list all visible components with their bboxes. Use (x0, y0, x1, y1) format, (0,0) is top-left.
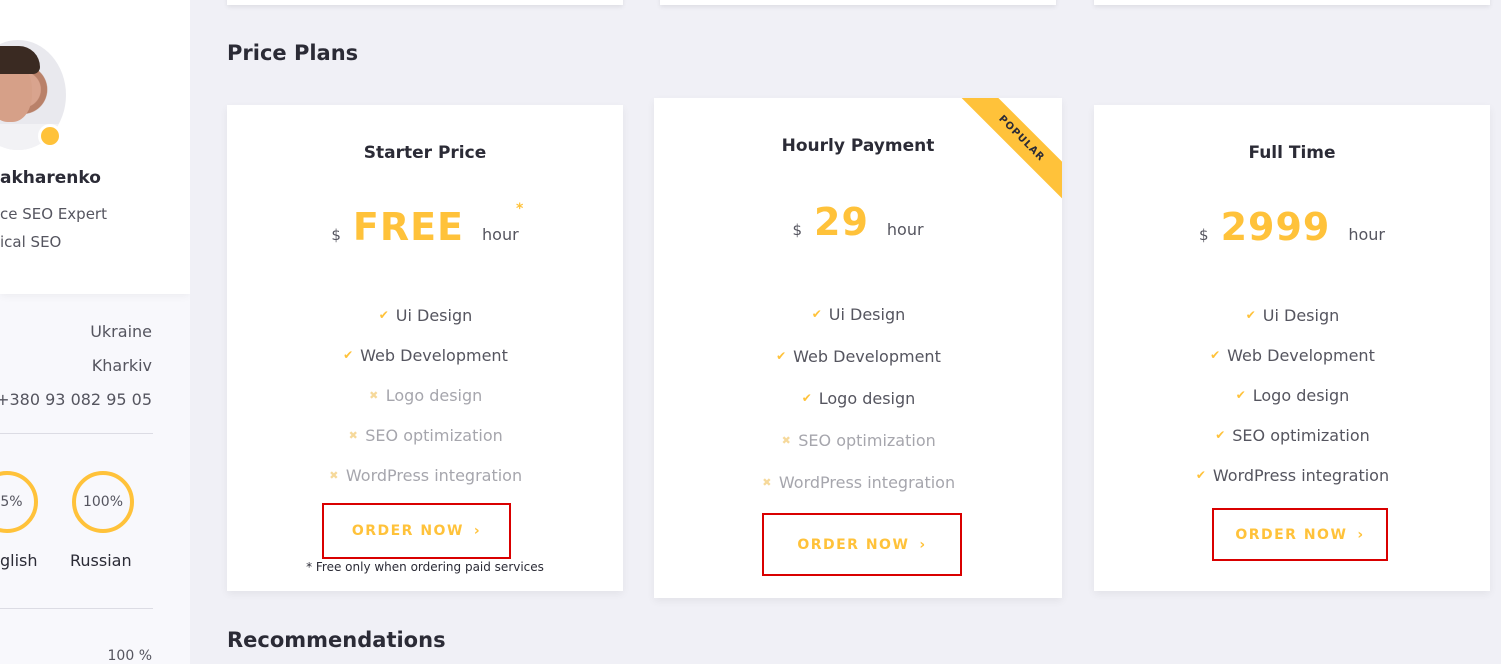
feature-item: ✔ Web Development (343, 345, 508, 365)
chevron-right-icon: › (919, 536, 927, 553)
check-icon: ✔ (1195, 468, 1206, 482)
info-country: Ukraine (90, 322, 152, 341)
order-now-button[interactable]: ORDER NOW › (322, 503, 511, 559)
section-title-recommendations: Recommendations (227, 628, 446, 652)
sidebar: akharenko ce SEO Expert ical SEO Ukraine… (0, 0, 190, 664)
profile-role: ical SEO (0, 233, 62, 251)
check-icon: ✔ (1210, 348, 1221, 362)
feature-item: ✔ Ui Design (1245, 305, 1340, 325)
previous-card (1094, 0, 1490, 5)
feature-item: ✔ Logo design (801, 388, 916, 408)
feature-list: ✔ Ui Design ✔ Web Development ✔ Logo design… (654, 293, 1062, 503)
plan-title: Full Time (1248, 143, 1336, 163)
order-now-button[interactable]: ORDER NOW › (762, 513, 962, 576)
feature-item: ✖ Logo design (369, 385, 483, 405)
price-unit: hour (1348, 225, 1385, 244)
cross-icon: ✖ (348, 428, 358, 442)
cross-icon: ✖ (329, 468, 339, 482)
feature-item: ✔ WordPress integration (1195, 465, 1390, 485)
plan-price: $ 29 hour (654, 200, 1062, 244)
previous-card (227, 0, 623, 5)
price-amount: 29 (814, 200, 869, 244)
price-unit: hour (886, 220, 924, 239)
check-icon: ✔ (343, 348, 354, 362)
skill-percent: 100 % (107, 648, 152, 664)
feature-item: ✔ SEO optimization (1215, 425, 1370, 445)
feature-list: ✔ Ui Design ✔ Web Development ✔ Logo design… (1094, 295, 1490, 495)
price-card-hourly: POPULAR Hourly Payment $ 29 hour ✔ Ui Des… (654, 98, 1062, 598)
divider (0, 433, 153, 434)
language-progress-circle: 100% (72, 471, 134, 533)
previous-card (660, 0, 1056, 5)
profile-card: akharenko ce SEO Expert ical SEO (0, 0, 190, 294)
info-phone: +380 93 082 95 05 (0, 390, 152, 409)
check-icon: ✔ (1215, 428, 1226, 442)
price-card-starter: Starter Price $ FREE hour * ✔ Ui Design ✔… (227, 105, 623, 591)
feature-item: ✖ WordPress integration (329, 465, 523, 485)
info-city: Kharkiv (91, 356, 152, 375)
feature-item: ✖ SEO optimization (348, 425, 503, 445)
currency-symbol: $ (1199, 226, 1209, 244)
price-unit: hour (482, 225, 519, 244)
divider (0, 608, 153, 609)
plan-title: Starter Price (363, 143, 487, 163)
section-title-price-plans: Price Plans (227, 41, 359, 65)
cross-icon: ✖ (762, 475, 772, 489)
chevron-right-icon: › (473, 523, 482, 539)
language-progress-circle: 65% (0, 471, 38, 533)
currency-symbol: $ (331, 226, 341, 244)
feature-item: ✔ Web Development (776, 346, 941, 366)
profile-role: ce SEO Expert (0, 205, 107, 223)
check-icon: ✔ (378, 308, 389, 322)
language-label: Russian (70, 551, 132, 570)
chevron-right-icon: › (1357, 526, 1365, 543)
currency-symbol: $ (792, 221, 802, 239)
plan-price: $ 2999 hour (1094, 205, 1490, 249)
plan-price: $ FREE hour (227, 205, 623, 249)
check-icon: ✔ (1245, 308, 1256, 322)
check-icon: ✔ (1235, 388, 1246, 402)
cross-icon: ✖ (369, 388, 379, 402)
feature-item: ✖ WordPress integration (762, 472, 956, 492)
footnote: * Free only when ordering paid services (306, 560, 544, 574)
price-card-full-time: Full Time $ 2999 hour ✔ Ui Design ✔ Web De… (1094, 105, 1490, 591)
plan-title: Hourly Payment (781, 136, 935, 156)
order-now-button[interactable]: ORDER NOW › (1212, 508, 1388, 561)
feature-item: ✖ SEO optimization (781, 430, 936, 450)
price-amount: FREE (352, 205, 465, 249)
profile-name: akharenko (0, 168, 101, 188)
feature-item: ✔ Web Development (1210, 345, 1375, 365)
check-icon: ✔ (811, 307, 822, 321)
price-amount: 2999 (1220, 205, 1331, 249)
check-icon: ✔ (801, 391, 812, 405)
cross-icon: ✖ (781, 433, 791, 447)
feature-item: ✔ Logo design (1235, 385, 1350, 405)
language-label: glish (0, 551, 38, 570)
feature-item: ✔ Ui Design (811, 304, 906, 324)
check-icon: ✔ (776, 349, 787, 363)
feature-item: ✔ Ui Design (378, 305, 473, 325)
feature-list: ✔ Ui Design ✔ Web Development ✖ Logo design… (227, 295, 623, 495)
price-asterisk: * (516, 201, 524, 217)
status-indicator (38, 124, 62, 148)
